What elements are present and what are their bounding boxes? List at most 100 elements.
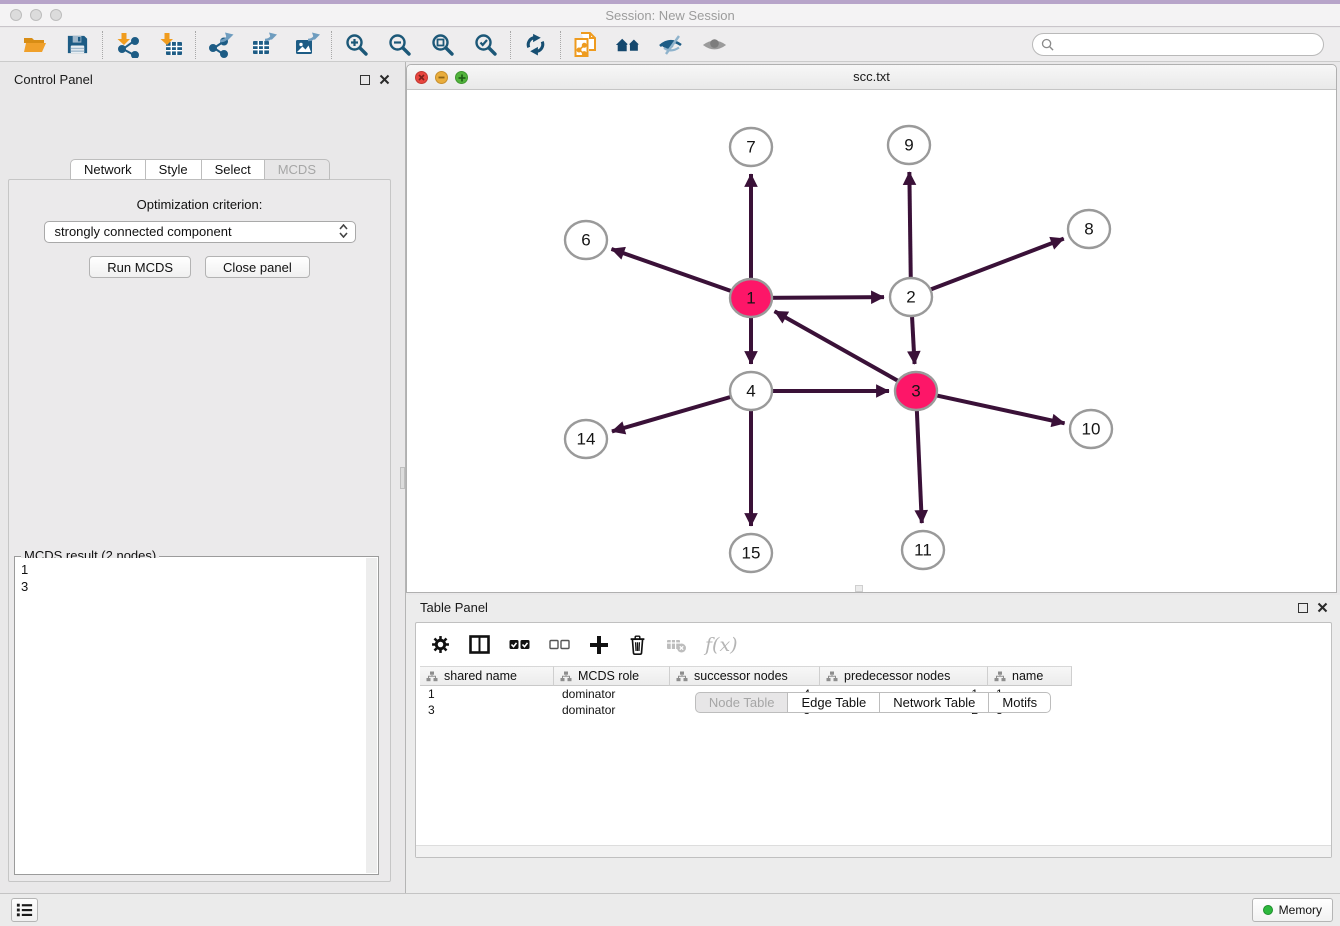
- save-session-button[interactable]: [64, 31, 91, 58]
- splitter-handle[interactable]: [400, 467, 405, 489]
- graph-edge-1-2[interactable]: [759, 297, 884, 298]
- network-minimize-button[interactable]: [435, 71, 448, 84]
- pane-resize-handle[interactable]: [855, 585, 863, 592]
- tab-motifs[interactable]: Motifs: [988, 692, 1051, 713]
- memory-status-icon: [1263, 905, 1273, 915]
- column-header-label: predecessor nodes: [844, 669, 950, 683]
- mcds-result-box: MCDS result (2 nodes) 13: [14, 556, 379, 875]
- zoom-out-icon: [387, 32, 412, 57]
- dropdown-selected-value: strongly connected component: [55, 224, 232, 239]
- function-builder-button: f(x): [705, 634, 738, 656]
- graph-node-9[interactable]: 9: [888, 126, 930, 164]
- export-network-icon: [208, 32, 234, 58]
- graph-node-14[interactable]: 14: [565, 420, 607, 458]
- open-session-button[interactable]: [21, 31, 48, 58]
- export-image-button[interactable]: [293, 31, 320, 58]
- graph-edge-3-11[interactable]: [916, 399, 921, 523]
- control-panel-title: Control Panel: [14, 72, 93, 87]
- graph-node-4[interactable]: 4: [730, 372, 772, 410]
- table-toolbar: f(x): [416, 623, 1331, 666]
- column-header-label: successor nodes: [694, 669, 788, 683]
- columns-icon: [469, 635, 490, 654]
- select-all-button[interactable]: [509, 636, 530, 653]
- export-table-icon: [251, 32, 277, 58]
- graph-node-6[interactable]: 6: [565, 221, 607, 259]
- delete-selected-button[interactable]: [628, 634, 647, 656]
- hide-selected-button[interactable]: [658, 31, 685, 58]
- show-all-button[interactable]: [701, 31, 728, 58]
- search-input[interactable]: [1059, 37, 1315, 52]
- zoom-selected-button[interactable]: [472, 31, 499, 58]
- network-maximize-button[interactable]: [455, 71, 468, 84]
- export-table-button[interactable]: [250, 31, 277, 58]
- task-history-button[interactable]: [11, 898, 38, 922]
- tab-node-table[interactable]: Node Table: [695, 692, 789, 713]
- import-table-button[interactable]: [157, 31, 184, 58]
- graph-node-label: 10: [1082, 420, 1101, 439]
- fit-content-button[interactable]: [429, 31, 456, 58]
- graph-edge-1-6[interactable]: [611, 249, 743, 295]
- clone-network-button[interactable]: [572, 31, 599, 58]
- zoom-in-icon: [344, 32, 369, 57]
- column-header-MCDS-role[interactable]: MCDS role: [554, 666, 670, 686]
- table-options-button[interactable]: [431, 635, 450, 654]
- run-mcds-button[interactable]: Run MCDS: [89, 256, 191, 278]
- refresh-view-button[interactable]: [522, 31, 549, 58]
- attribute-type-icon: [676, 671, 688, 682]
- graph-node-1[interactable]: 1: [730, 279, 772, 317]
- deselect-all-button[interactable]: [549, 636, 570, 653]
- optimization-criterion-select[interactable]: strongly connected component: [44, 221, 356, 243]
- result-line: 1: [21, 561, 377, 578]
- graph-node-3[interactable]: 3: [895, 372, 937, 410]
- export-network-button[interactable]: [207, 31, 234, 58]
- network-close-button[interactable]: [415, 71, 428, 84]
- tab-mcds[interactable]: MCDS: [264, 159, 330, 180]
- memory-label: Memory: [1279, 903, 1322, 917]
- control-panel: Control Panel NetworkStyleSelectMCDS Opt…: [0, 62, 400, 893]
- graph-node-11[interactable]: 11: [902, 531, 944, 569]
- column-header-predecessor-nodes[interactable]: predecessor nodes: [820, 666, 988, 686]
- graph-node-7[interactable]: 7: [730, 128, 772, 166]
- column-header-name[interactable]: name: [988, 666, 1072, 686]
- tab-network-table[interactable]: Network Table: [879, 692, 989, 713]
- close-panel-icon[interactable]: [1317, 602, 1328, 613]
- add-row-button[interactable]: [589, 635, 609, 655]
- tab-network[interactable]: Network: [70, 159, 146, 180]
- graph-edge-3-10[interactable]: [924, 393, 1065, 424]
- zoom-out-button[interactable]: [386, 31, 413, 58]
- delete-table-icon: [666, 635, 686, 654]
- tab-style[interactable]: Style: [145, 159, 202, 180]
- tab-select[interactable]: Select: [201, 159, 265, 180]
- float-panel-icon[interactable]: [1298, 603, 1308, 613]
- import-network-button[interactable]: [114, 31, 141, 58]
- network-canvas[interactable]: 1 2 3 4 6 7 8 9 10 11 14 15: [407, 90, 1336, 592]
- float-panel-icon[interactable]: [360, 75, 370, 85]
- first-neighbors-button[interactable]: [615, 31, 642, 58]
- graph-node-15[interactable]: 15: [730, 534, 772, 572]
- graph-node-2[interactable]: 2: [890, 278, 932, 316]
- graph-node-8[interactable]: 8: [1068, 210, 1110, 248]
- graph-node-label: 6: [581, 231, 590, 250]
- import-network-icon: [115, 32, 141, 58]
- close-panel-button[interactable]: Close panel: [205, 256, 310, 278]
- column-header-successor-nodes[interactable]: successor nodes: [670, 666, 820, 686]
- tab-edge-table[interactable]: Edge Table: [787, 692, 880, 713]
- graph-node-label: 11: [914, 541, 932, 560]
- title-bar: Session: New Session: [0, 0, 1340, 27]
- graph-edge-2-8[interactable]: [918, 239, 1063, 295]
- close-panel-icon[interactable]: [379, 74, 390, 85]
- show-columns-button[interactable]: [469, 635, 490, 654]
- graph-node-label: 2: [906, 288, 915, 307]
- application-window: Session: New Session: [0, 0, 1340, 926]
- zoom-in-button[interactable]: [343, 31, 370, 58]
- table-panel-title: Table Panel: [420, 600, 488, 615]
- result-scrollbar[interactable]: [366, 558, 377, 873]
- mcds-result-text[interactable]: 13: [16, 558, 377, 873]
- graph-node-10[interactable]: 10: [1070, 410, 1112, 448]
- column-header-shared-name[interactable]: shared name: [420, 666, 554, 686]
- search-box: [1032, 33, 1324, 56]
- graph-edge-3-1[interactable]: [775, 311, 910, 387]
- graph-edge-2-9[interactable]: [909, 172, 911, 289]
- memory-button[interactable]: Memory: [1252, 898, 1333, 922]
- graph-edge-4-14[interactable]: [612, 393, 743, 431]
